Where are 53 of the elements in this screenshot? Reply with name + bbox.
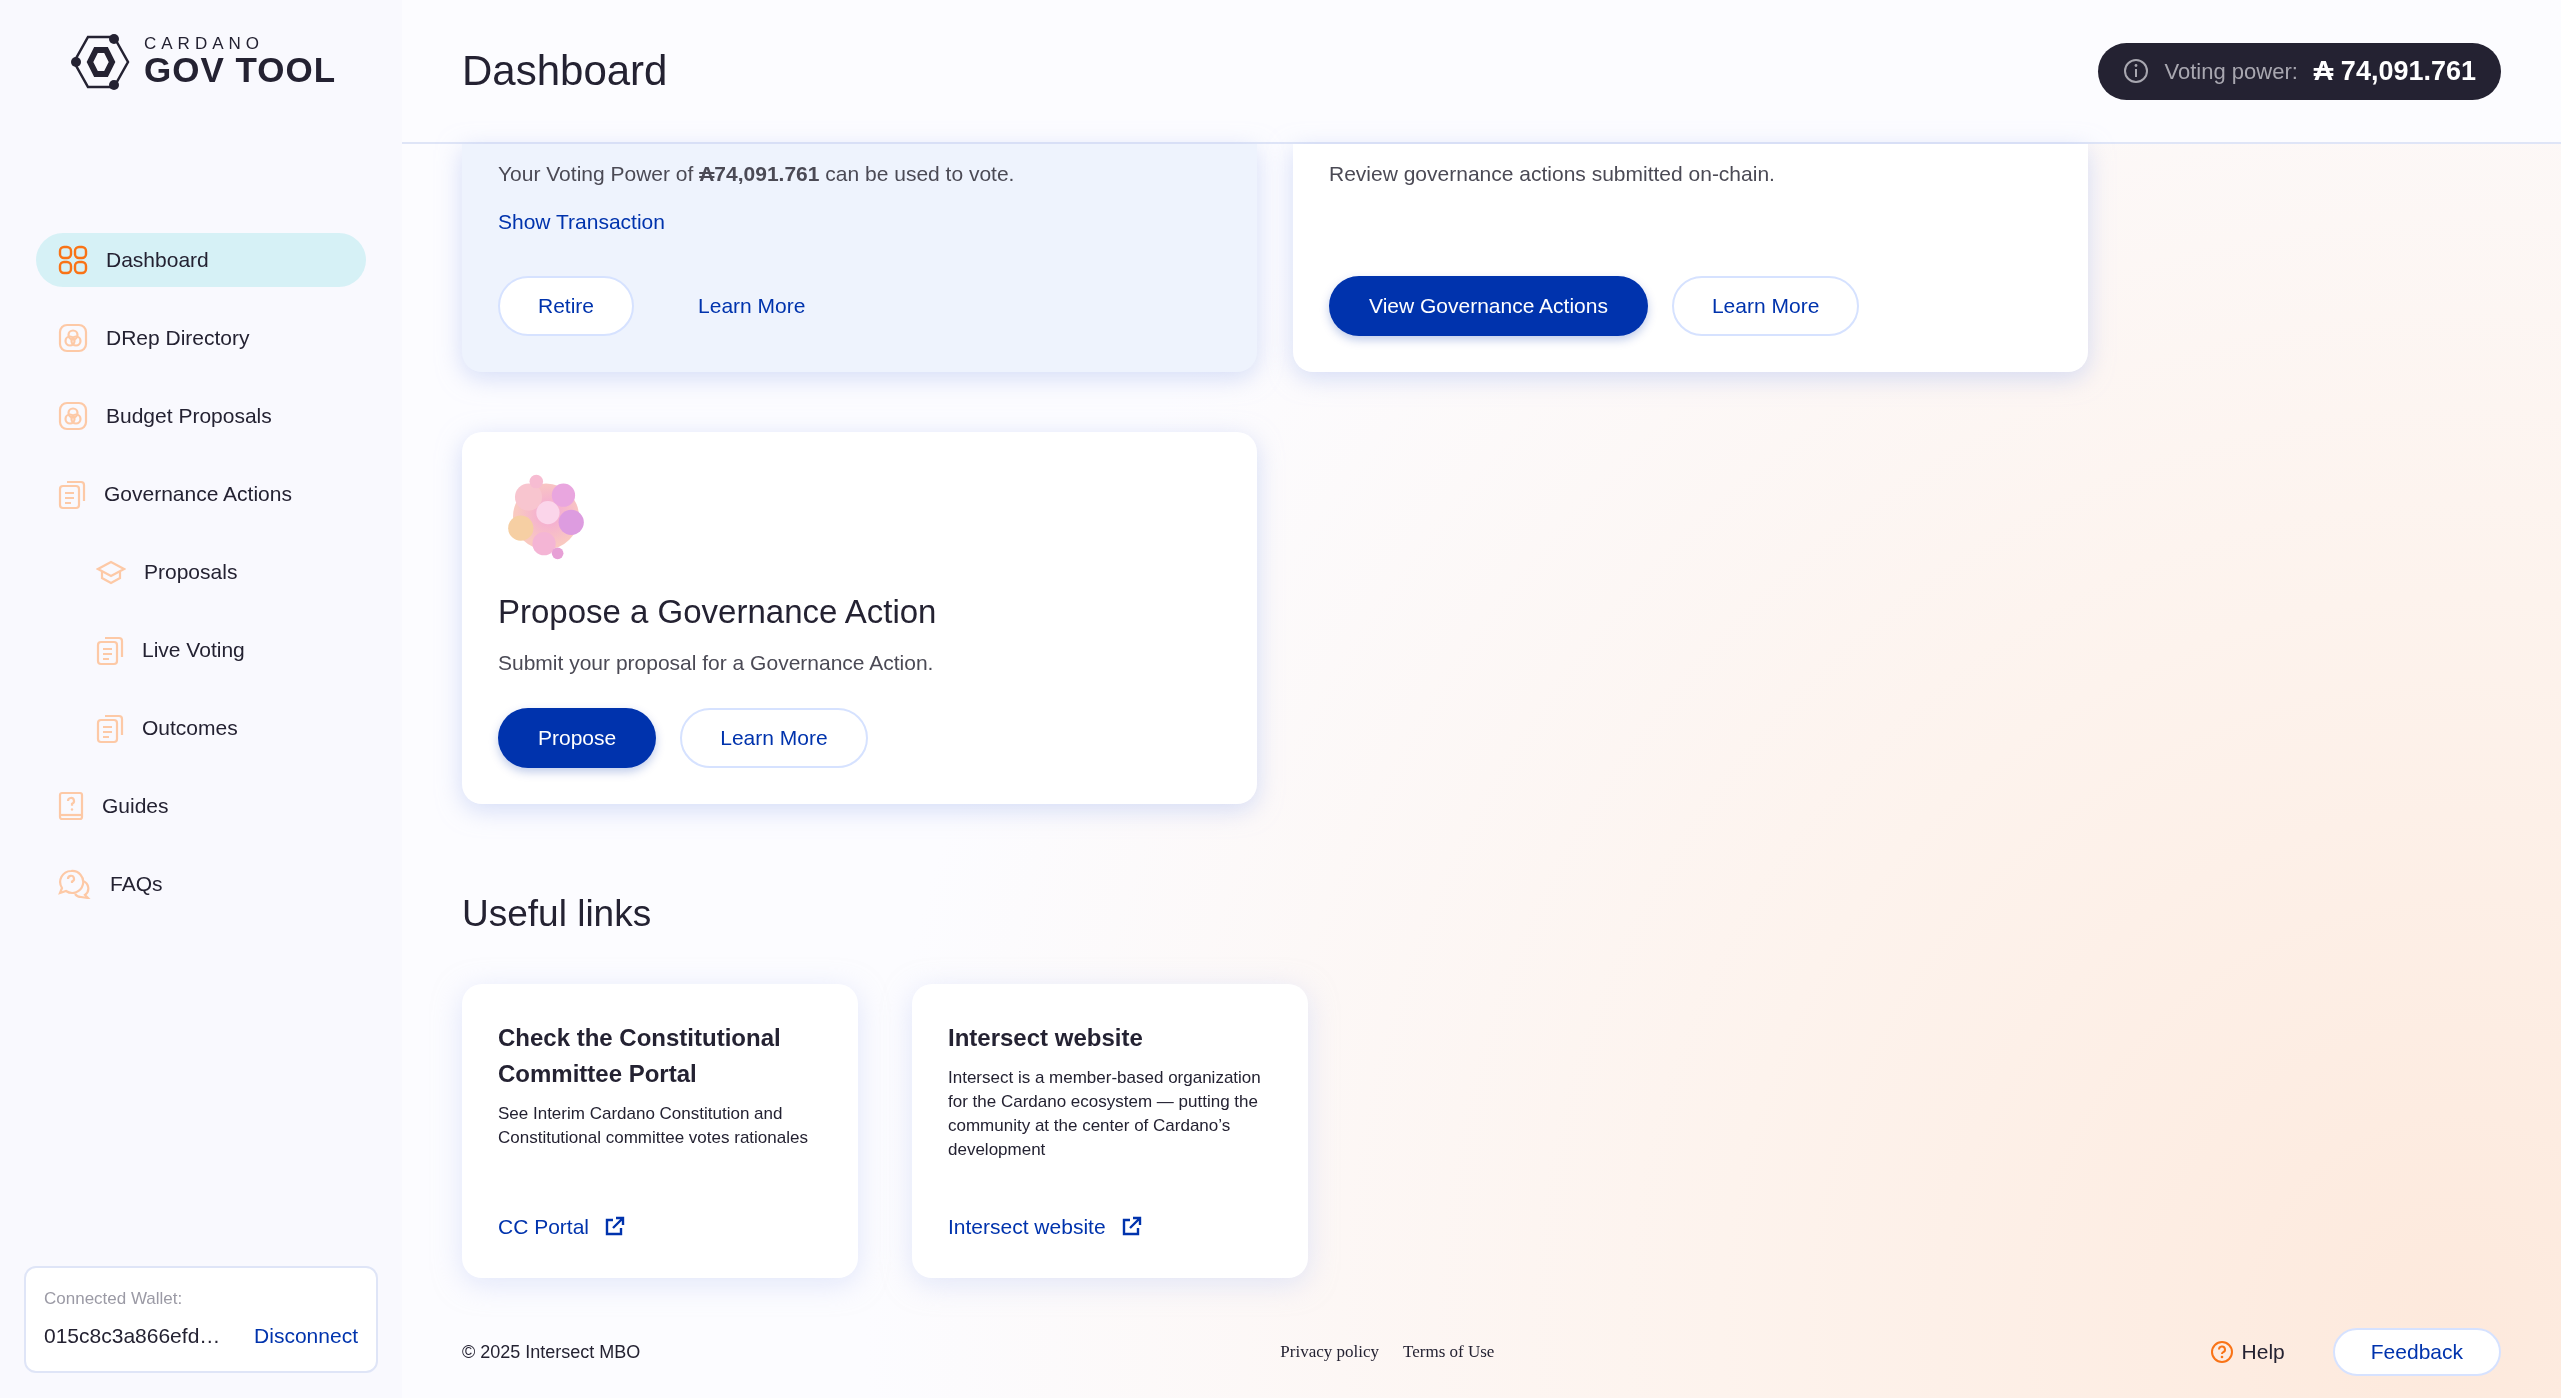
grid-icon [58,245,88,275]
footer-link[interactable]: Privacy policy [1280,1339,1379,1365]
link-card-description: See Interim Cardano Constitution and Constitutional committee votes rationales [498,1103,809,1150]
sidebar-item[interactable]: FAQs [36,857,366,911]
action-button[interactable]: Propose [498,708,657,768]
external-link-icon [603,1215,626,1238]
show-transaction-link[interactable]: Show Transaction [498,205,665,237]
document-icon [58,478,86,510]
help-icon [2209,1340,2234,1364]
link-card-title: Intersect website [948,1023,1144,1054]
copyright-text: © 2025 Intersect MBO [462,1340,641,1364]
sidebar-item[interactable]: Guides [36,779,366,833]
learn-more-link[interactable]: Learn More [658,276,846,336]
sidebar-item[interactable]: DRep Directory [36,311,366,365]
document-icon [96,634,124,666]
sidebar-item[interactable]: Budget Proposals [36,389,366,443]
sidebar-item[interactable]: Proposals [36,545,366,599]
help-link[interactable]: Help [2209,1336,2285,1368]
card-description: Submit your proposal for a Governance Action. [498,649,935,676]
disconnect-link[interactable]: Disconnect [254,1319,358,1351]
voting-power-value: ₳ 74,091.761 [2313,54,2476,88]
document-icon [96,712,124,744]
sidebar-item[interactable]: Dashboard [36,233,366,287]
logo-icon [70,33,132,91]
action-button[interactable]: Learn More [1671,276,1860,336]
feedback-button[interactable]: Feedback [2332,1328,2501,1376]
logo-title: GOV TOOL [144,52,337,89]
question-book-icon [58,791,84,821]
wallet-address: 015c8c3a866efd… [44,1322,221,1349]
link-card-title: Check the Constitutional Committee Portal [498,1023,782,1090]
sidebar-item[interactable]: Outcomes [36,701,366,755]
logo-text: CARDANO [144,35,265,53]
sidebar-item[interactable]: Live Voting [36,623,366,677]
voting-power-label: Voting power: [2164,57,2298,86]
section-heading: Useful links [462,892,653,936]
circles-icon [58,401,88,431]
info-icon [2122,58,2149,84]
wallet-label: Connected Wallet: [44,1288,184,1310]
card-title: Propose a Governance Action [498,592,938,632]
footer-link[interactable]: Terms of Use [1403,1339,1495,1365]
link-card-description: Intersect is a member-based organization for the Cardano ecosystem — putting the community at the center of Cardano’s development [948,1067,1262,1161]
external-link[interactable]: CC Portal [498,1210,626,1243]
card-description: Your Voting Power of ₳74,091.761 can be used to vote. [498,161,1016,187]
action-button[interactable]: Retire [498,276,635,336]
card-description: Review governance actions submitted on-chain. [1329,161,1776,187]
page-title: Dashboard [462,45,668,96]
circles-icon [58,323,88,353]
chat-bubbles-icon [58,869,92,899]
sidebar-item[interactable]: Governance Actions [36,467,366,521]
external-link[interactable]: Intersect website [948,1210,1142,1243]
action-button[interactable]: Learn More [680,708,868,768]
action-button[interactable]: View Governance Actions [1329,276,1648,336]
graduation-cap-icon [96,559,126,585]
